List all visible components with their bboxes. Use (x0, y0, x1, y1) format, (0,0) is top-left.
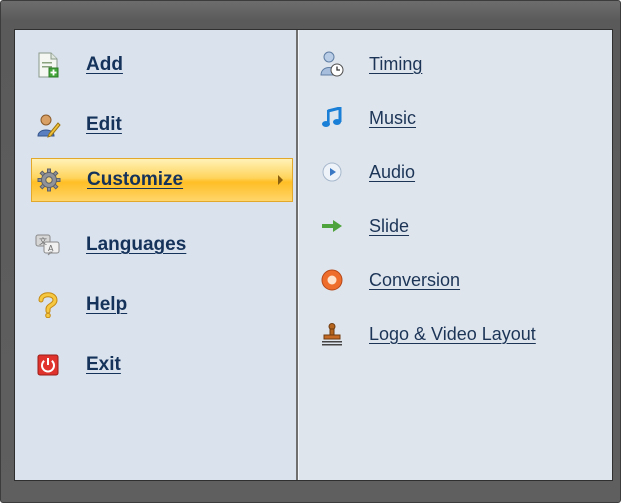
menu-window-frame: Add Edit Customize 文 A Languages Help Ex… (0, 0, 621, 503)
submenu-column: Timing Music Audio Slide Conversion Logo… (299, 30, 612, 480)
question-icon (35, 292, 61, 318)
menu-item-customize[interactable]: Customize (31, 158, 293, 202)
submenu-item-timing-label: Timing (369, 53, 423, 74)
menu-item-edit[interactable]: Edit (29, 103, 293, 147)
submenu-item-music-label: Music (369, 107, 417, 128)
document-add-icon (35, 52, 61, 78)
svg-text:A: A (48, 244, 54, 253)
menu-item-help[interactable]: Help (29, 283, 293, 327)
submenu-item-conversion[interactable]: Conversion (319, 260, 460, 300)
power-icon (35, 352, 61, 378)
submenu-item-timing[interactable]: Timing (319, 44, 422, 84)
gear-icon (36, 167, 62, 193)
submenu-item-slide[interactable]: Slide (319, 206, 409, 246)
music-note-icon (319, 105, 345, 131)
menu-item-customize-label: Customize (87, 169, 184, 190)
menu-item-add[interactable]: Add (29, 43, 293, 87)
menu-item-help-label: Help (86, 294, 128, 315)
menu-item-exit-label: Exit (86, 354, 121, 375)
menu-item-languages[interactable]: 文 A Languages (29, 223, 293, 267)
submenu-item-slide-label: Slide (369, 215, 410, 236)
menu-item-add-label: Add (86, 54, 123, 75)
arrow-right-icon (319, 213, 345, 239)
conversion-icon (319, 267, 345, 293)
user-clock-icon (319, 51, 345, 77)
languages-icon: 文 A (35, 232, 61, 258)
submenu-item-conversion-label: Conversion (369, 269, 461, 290)
submenu-item-logo-video-layout-label: Logo & Video Layout (369, 323, 536, 344)
svg-text:文: 文 (39, 236, 47, 246)
menu-item-edit-label: Edit (86, 114, 122, 135)
menu-item-exit[interactable]: Exit (29, 343, 293, 387)
submenu-item-audio-label: Audio (369, 161, 416, 182)
submenu-arrow-icon (278, 175, 283, 185)
submenu-item-audio[interactable]: Audio (319, 152, 415, 192)
submenu-item-music[interactable]: Music (319, 98, 416, 138)
menu-panel: Add Edit Customize 文 A Languages Help Ex… (14, 29, 613, 481)
audio-play-icon (319, 159, 345, 185)
stamp-icon (319, 321, 345, 347)
submenu-item-logo-video-layout[interactable]: Logo & Video Layout (319, 314, 536, 354)
user-edit-icon (35, 112, 61, 138)
menu-item-languages-label: Languages (86, 234, 187, 255)
main-menu-column: Add Edit Customize 文 A Languages Help Ex… (15, 30, 296, 480)
